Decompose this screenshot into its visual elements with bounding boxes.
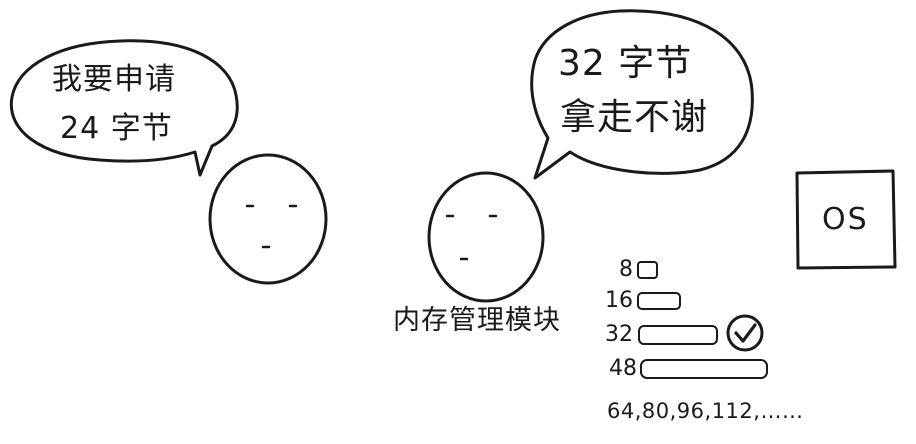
left-face xyxy=(208,153,328,285)
right-speech-bubble xyxy=(530,9,754,180)
left-bubble-line-2: 24 字节 xyxy=(60,111,173,146)
size-block-48 xyxy=(640,359,768,379)
right-bubble-line-1: 32 字节 xyxy=(558,43,693,84)
memory-manager-label: 内存管理模块 xyxy=(393,305,561,336)
more-sizes-label: 64,80,96,112,…… xyxy=(607,399,804,423)
size-block-32 xyxy=(638,325,718,345)
size-label-16: 16 xyxy=(605,288,633,313)
left-speech-bubble xyxy=(9,39,239,177)
right-face xyxy=(427,171,545,303)
left-bubble-line-1: 我要申请 xyxy=(52,62,176,97)
size-label-8: 8 xyxy=(619,257,633,282)
size-block-16 xyxy=(637,292,681,310)
os-label: OS xyxy=(822,202,869,237)
check-circle-icon xyxy=(726,314,764,352)
size-block-8 xyxy=(637,261,658,279)
size-label-32: 32 xyxy=(605,322,633,347)
size-label-48: 48 xyxy=(609,356,637,381)
right-bubble-line-2: 拿走不谢 xyxy=(560,97,709,138)
